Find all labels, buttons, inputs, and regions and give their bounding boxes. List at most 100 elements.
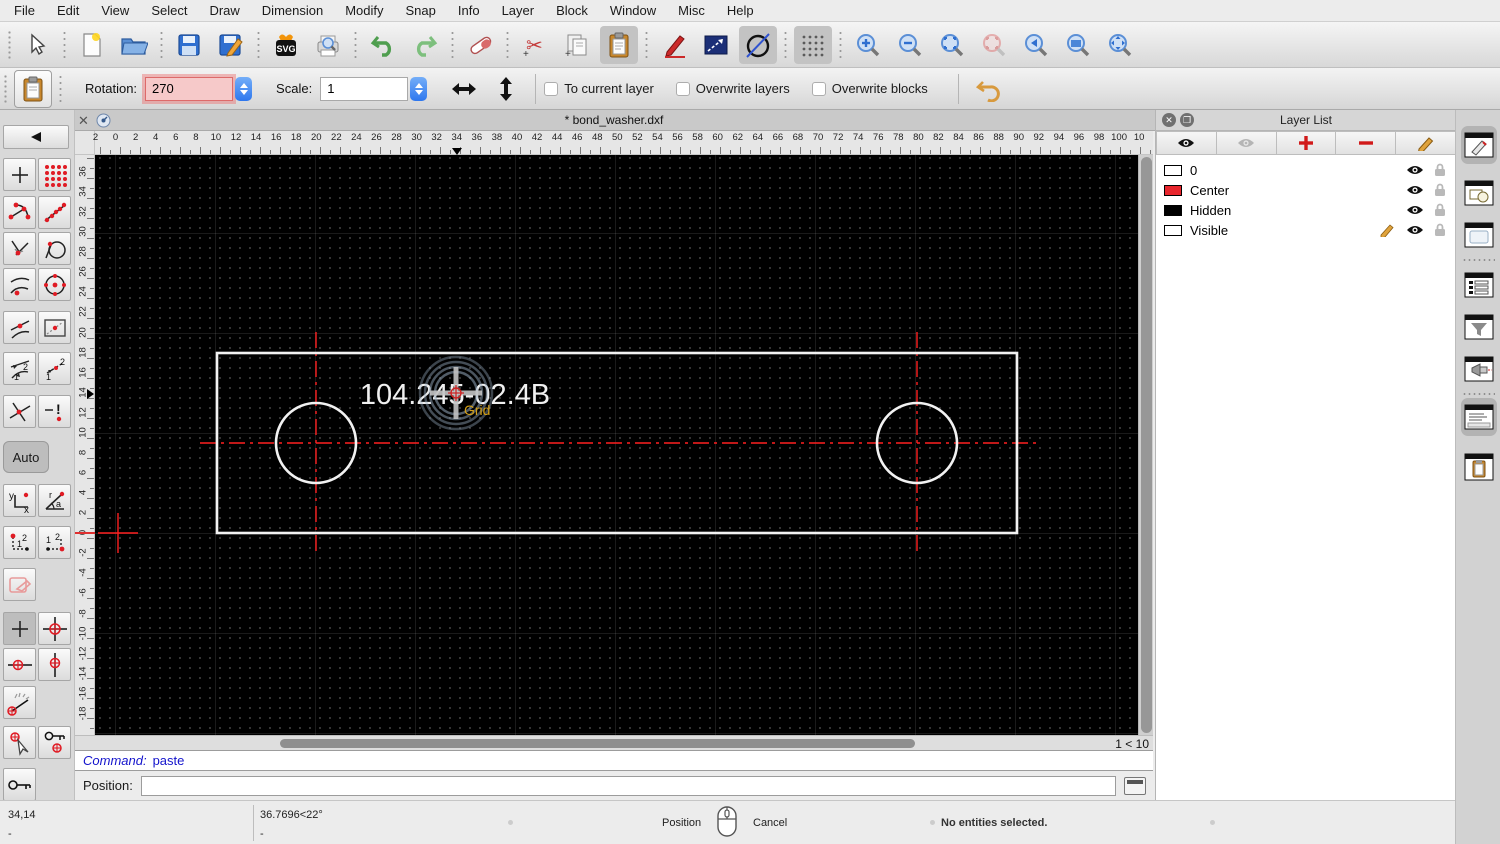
delete-button[interactable]: [461, 26, 499, 64]
flip-horizontal-button[interactable]: [445, 70, 483, 108]
grid-toggle-button[interactable]: [794, 26, 832, 64]
zoom-previous-button[interactable]: [1017, 26, 1055, 64]
redo-button[interactable]: [406, 26, 444, 64]
menu-help[interactable]: Help: [727, 3, 754, 18]
undo-button[interactable]: [364, 26, 402, 64]
print-preview-button[interactable]: [309, 26, 347, 64]
layer-row-hidden[interactable]: Hidden: [1156, 200, 1456, 220]
edit-layer-button[interactable]: [1396, 131, 1456, 155]
menu-file[interactable]: File: [14, 3, 35, 18]
copy-button[interactable]: +: [558, 26, 596, 64]
lock-relative-zero-button[interactable]: [38, 726, 71, 759]
pick-coordinate-button[interactable]: [3, 726, 36, 759]
overwrite-layers-checkbox[interactable]: [676, 82, 690, 96]
dock-library-browser-button[interactable]: [1461, 216, 1497, 254]
vertical-scrollbar-thumb[interactable]: [1141, 157, 1152, 733]
to-current-layer-checkbox[interactable]: [544, 82, 558, 96]
layer-visibility-icon[interactable]: [1406, 164, 1424, 176]
position-input[interactable]: [141, 776, 1116, 796]
menu-misc[interactable]: Misc: [678, 3, 705, 18]
dock-clipboard-widget-button[interactable]: [1461, 448, 1497, 486]
overwrite-blocks-option[interactable]: Overwrite blocks: [812, 81, 928, 96]
coordinate-polar-button[interactable]: ra: [38, 484, 71, 517]
snap-free-button[interactable]: [3, 158, 36, 191]
snap-center-button[interactable]: [38, 268, 71, 301]
menu-snap[interactable]: Snap: [406, 3, 436, 18]
back-button[interactable]: [3, 125, 69, 149]
snap-on-circle-button[interactable]: [38, 232, 71, 265]
reset-tool-button[interactable]: [969, 70, 1007, 108]
restrict-nothing-button[interactable]: [3, 568, 36, 601]
horizontal-scrollbar[interactable]: 1 < 10: [75, 735, 1153, 750]
open-file-button[interactable]: [115, 26, 153, 64]
menu-info[interactable]: Info: [458, 3, 480, 18]
keyboard-toggle-icon[interactable]: [1124, 777, 1146, 795]
restrict-horizontal-button[interactable]: [3, 648, 36, 681]
zoom-out-button[interactable]: [891, 26, 929, 64]
layer-color-swatch[interactable]: [1164, 225, 1182, 236]
snap-perpendicular-button[interactable]: [3, 232, 36, 265]
menu-dimension[interactable]: Dimension: [262, 3, 323, 18]
dock-pen-palette-button[interactable]: [1461, 126, 1497, 164]
zoom-pan-button[interactable]: [1101, 26, 1139, 64]
toolbar-drag-handle[interactable]: [3, 74, 9, 104]
save-button[interactable]: [170, 26, 208, 64]
layer-row-center[interactable]: Center: [1156, 180, 1456, 200]
scale-stepper[interactable]: [410, 77, 427, 101]
layer-visibility-icon[interactable]: [1406, 204, 1424, 216]
new-document-button[interactable]: [73, 26, 111, 64]
draw-pencil-button[interactable]: [655, 26, 693, 64]
unlock-relative-zero-button[interactable]: [3, 768, 36, 801]
zoom-window-button[interactable]: [1059, 26, 1097, 64]
zoom-in-button[interactable]: [849, 26, 887, 64]
save-as-button[interactable]: [212, 26, 250, 64]
layer-lock-icon[interactable]: [1434, 223, 1446, 237]
layer-lock-icon[interactable]: [1434, 203, 1446, 217]
select-pointer-button[interactable]: [18, 26, 56, 64]
menu-select[interactable]: Select: [151, 3, 187, 18]
dock-pen-wizard-button[interactable]: [1461, 350, 1497, 388]
paste-button[interactable]: [600, 26, 638, 64]
overwrite-blocks-checkbox[interactable]: [812, 82, 826, 96]
export-svg-button[interactable]: SVG: [267, 26, 305, 64]
menu-view[interactable]: View: [101, 3, 129, 18]
show-all-layers-button[interactable]: [1156, 131, 1217, 155]
snap-tangent-button[interactable]: [3, 268, 36, 301]
layer-color-swatch[interactable]: [1164, 185, 1182, 196]
snap-relative-2-button[interactable]: 21: [38, 352, 71, 385]
add-layer-button[interactable]: [1277, 131, 1337, 155]
flip-vertical-button[interactable]: [487, 70, 525, 108]
zoom-selected-button[interactable]: [975, 26, 1013, 64]
menu-draw[interactable]: Draw: [209, 3, 239, 18]
horizontal-scrollbar-thumb[interactable]: [280, 739, 915, 748]
snap-intersection-button[interactable]: [3, 395, 36, 428]
layer-color-swatch[interactable]: [1164, 205, 1182, 216]
angle-gauge-button[interactable]: [3, 686, 36, 719]
document-tab-title[interactable]: * bond_washer.dxf: [75, 113, 1153, 127]
zoom-auto-button[interactable]: [933, 26, 971, 64]
relative-coordinate-1-button[interactable]: 12: [3, 526, 36, 559]
hide-all-layers-button[interactable]: [1217, 131, 1277, 155]
drawing-canvas[interactable]: 104.245-02.4B Grid: [95, 155, 1138, 735]
rotation-stepper[interactable]: [235, 77, 252, 101]
snap-middle-button[interactable]: [3, 311, 36, 344]
overwrite-layers-option[interactable]: Overwrite layers: [676, 81, 790, 96]
snap-endpoints-button[interactable]: [3, 196, 36, 229]
paste-tool-indicator[interactable]: [14, 70, 52, 108]
layer-visibility-icon[interactable]: [1406, 224, 1424, 236]
snap-intersection-manual-button[interactable]: !: [38, 395, 71, 428]
menu-block[interactable]: Block: [556, 3, 588, 18]
layer-lock-icon[interactable]: [1434, 163, 1446, 177]
snap-auto-button[interactable]: Auto: [3, 441, 49, 473]
relative-coordinate-2-button[interactable]: 12: [38, 526, 71, 559]
layer-row-0[interactable]: 0: [1156, 160, 1456, 180]
layer-name[interactable]: 0: [1190, 163, 1197, 178]
circle-line-button[interactable]: [739, 26, 777, 64]
restrict-vertical-button[interactable]: [38, 648, 71, 681]
menu-edit[interactable]: Edit: [57, 3, 79, 18]
remove-layer-button[interactable]: [1336, 131, 1396, 155]
layer-name[interactable]: Visible: [1190, 223, 1228, 238]
vertical-scrollbar[interactable]: [1138, 155, 1153, 735]
rotation-input[interactable]: [145, 77, 233, 101]
command-line[interactable]: Command: paste: [75, 750, 1153, 771]
